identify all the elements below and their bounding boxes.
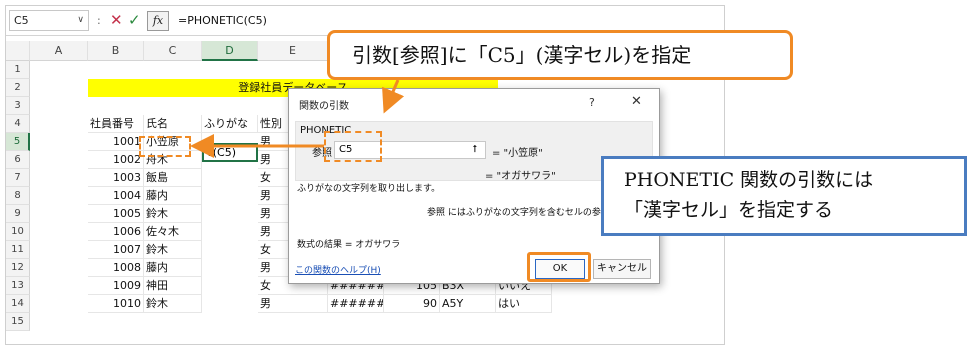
enter-icon[interactable]: ✓ bbox=[128, 11, 142, 29]
active-cell-d5[interactable]: T(C5) bbox=[202, 143, 258, 162]
row-header-5[interactable]: 5 bbox=[6, 133, 30, 151]
row-header-8[interactable]: 8 bbox=[6, 187, 30, 205]
cell-b[interactable]: 1007 bbox=[88, 241, 144, 259]
name-box-value: C5 bbox=[14, 14, 29, 27]
cell-i[interactable]: はい bbox=[496, 295, 552, 313]
row-header-1[interactable]: 1 bbox=[6, 61, 30, 79]
column-header-d[interactable]: D bbox=[202, 41, 258, 61]
select-all-corner[interactable] bbox=[6, 41, 30, 61]
callout-right-line1: PHONETIC 関数の引数には bbox=[624, 169, 874, 191]
help-icon[interactable]: ? bbox=[589, 96, 595, 109]
row-header-14[interactable]: 14 bbox=[6, 295, 30, 313]
cell-b[interactable]: 1008 bbox=[88, 259, 144, 277]
highlight-ok bbox=[527, 252, 591, 282]
cancel-icon[interactable]: ✕ bbox=[110, 11, 124, 29]
cell-c[interactable]: 藤内 bbox=[144, 259, 202, 277]
cell-b[interactable]: 1009 bbox=[88, 277, 144, 295]
header-cell-b[interactable]: 社員番号 bbox=[88, 115, 144, 133]
row-header-15[interactable]: 15 bbox=[6, 313, 30, 331]
cell-g[interactable]: 90 bbox=[384, 295, 440, 313]
callout-right-line2: 「漢字セル」を指定する bbox=[624, 199, 834, 221]
cell-c[interactable]: 佐々木 bbox=[144, 223, 202, 241]
close-icon[interactable]: ✕ bbox=[631, 94, 642, 109]
row-header-13[interactable]: 13 bbox=[6, 277, 30, 295]
cell-c[interactable]: 神田 bbox=[144, 277, 202, 295]
argument-evaluation: = "小笠原" bbox=[492, 148, 543, 159]
chevron-down-icon[interactable]: ∨ bbox=[77, 11, 84, 30]
column-header-e[interactable]: E bbox=[258, 41, 328, 61]
dialog-title: 関数の引数 bbox=[299, 101, 349, 112]
highlight-argument bbox=[324, 131, 382, 162]
highlight-c5 bbox=[139, 136, 191, 157]
header-cell-c[interactable]: 氏名 bbox=[144, 115, 202, 133]
cell-b[interactable]: 1001 bbox=[88, 133, 144, 151]
cell-c[interactable]: 鈴木 bbox=[144, 241, 202, 259]
callout-top: 引数[参照]に「C5」(漢字セル)を指定 bbox=[327, 30, 793, 80]
cell-e[interactable]: 男 bbox=[258, 295, 328, 313]
cancel-button[interactable]: キャンセル bbox=[593, 259, 651, 279]
cell-h[interactable]: A5Y bbox=[440, 295, 496, 313]
row-header-7[interactable]: 7 bbox=[6, 169, 30, 187]
cell-b[interactable]: 1004 bbox=[88, 187, 144, 205]
cell-c[interactable]: 鈴木 bbox=[144, 295, 202, 313]
cell-b[interactable]: 1010 bbox=[88, 295, 144, 313]
insert-function-button[interactable]: fx bbox=[147, 11, 169, 31]
row-header-4[interactable]: 4 bbox=[6, 115, 30, 133]
function-result-preview: = "オガサワラ" bbox=[485, 171, 556, 182]
cell-c[interactable]: 藤内 bbox=[144, 187, 202, 205]
row-header-11[interactable]: 11 bbox=[6, 241, 30, 259]
table-row: 1010 鈴木 男 ####### 90 A5Y はい bbox=[30, 295, 724, 313]
row-header-3[interactable]: 3 bbox=[6, 97, 30, 115]
argument-description: 参照 にはふりがなの文字列を含むセルの参照 bbox=[427, 208, 610, 218]
column-header-a[interactable]: A bbox=[30, 41, 88, 61]
formula-input[interactable]: =PHONETIC(C5) bbox=[178, 14, 267, 27]
row-header-2[interactable]: 2 bbox=[6, 79, 30, 97]
column-header-b[interactable]: B bbox=[88, 41, 144, 61]
function-description: ふりがなの文字列を取り出します。 bbox=[297, 184, 441, 194]
cell-b[interactable]: 1003 bbox=[88, 169, 144, 187]
column-header-c[interactable]: C bbox=[144, 41, 202, 61]
cell-b[interactable]: 1006 bbox=[88, 223, 144, 241]
cell-b[interactable]: 1002 bbox=[88, 151, 144, 169]
formula-result: 数式の結果 = オガサワラ bbox=[297, 240, 401, 250]
callout-right: PHONETIC 関数の引数には 「漢字セル」を指定する bbox=[601, 156, 967, 236]
row-header-6[interactable]: 6 bbox=[6, 151, 30, 169]
header-cell-d[interactable]: ふりがな bbox=[202, 115, 258, 133]
cell-f[interactable]: ####### bbox=[328, 295, 384, 313]
row-header-12[interactable]: 12 bbox=[6, 259, 30, 277]
row-header-9[interactable]: 9 bbox=[6, 205, 30, 223]
row-header-10[interactable]: 10 bbox=[6, 223, 30, 241]
separator-icon: : bbox=[97, 14, 101, 27]
help-link[interactable]: この関数のヘルプ(H) bbox=[295, 263, 381, 276]
cell-c[interactable]: 鈴木 bbox=[144, 205, 202, 223]
cell-b[interactable]: 1005 bbox=[88, 205, 144, 223]
name-box[interactable]: C5 ∨ bbox=[9, 10, 89, 31]
cell-c[interactable]: 飯島 bbox=[144, 169, 202, 187]
collapse-dialog-icon[interactable]: ⭡ bbox=[466, 142, 484, 158]
